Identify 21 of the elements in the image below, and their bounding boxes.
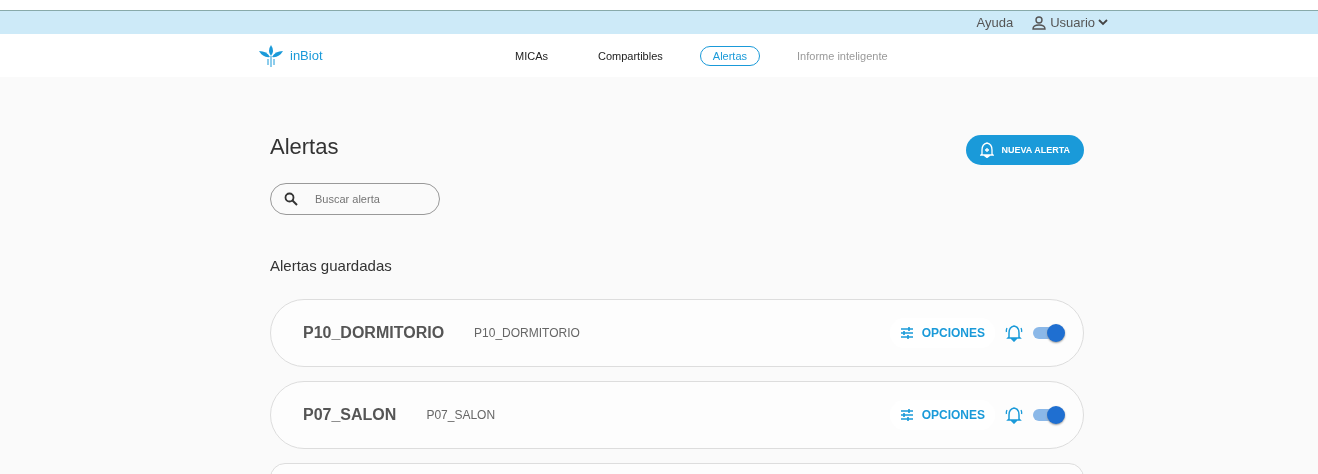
brand-name: inBiot (290, 48, 323, 63)
search-field[interactable]: Buscar alerta (270, 183, 440, 215)
bell-icon (1005, 406, 1023, 424)
alert-name: P07_SALON (303, 406, 397, 424)
chevron-down-icon (1098, 19, 1108, 26)
nav-tab[interactable]: Compartibles (585, 45, 676, 66)
nav-tab[interactable]: MICAs (502, 45, 561, 66)
page-title: Alertas (270, 134, 339, 160)
search-icon (284, 192, 298, 206)
new-alert-button[interactable]: NUEVA ALERTA (965, 135, 1084, 165)
bell-icon (1005, 324, 1023, 342)
sliders-icon (899, 327, 914, 339)
device-name: P07_SALON (426, 408, 496, 422)
alert-name: P10_DORMITORIO (303, 324, 445, 342)
user-menu[interactable]: Usuario (1031, 15, 1108, 30)
section-title: Alertas guardadas (270, 257, 393, 274)
user-icon (1031, 15, 1048, 30)
sliders-icon (899, 409, 914, 421)
bell-plus-icon (979, 142, 994, 158)
help-link[interactable]: Ayuda (976, 15, 1014, 30)
device-name: P10_DORMITORIO (474, 326, 580, 340)
